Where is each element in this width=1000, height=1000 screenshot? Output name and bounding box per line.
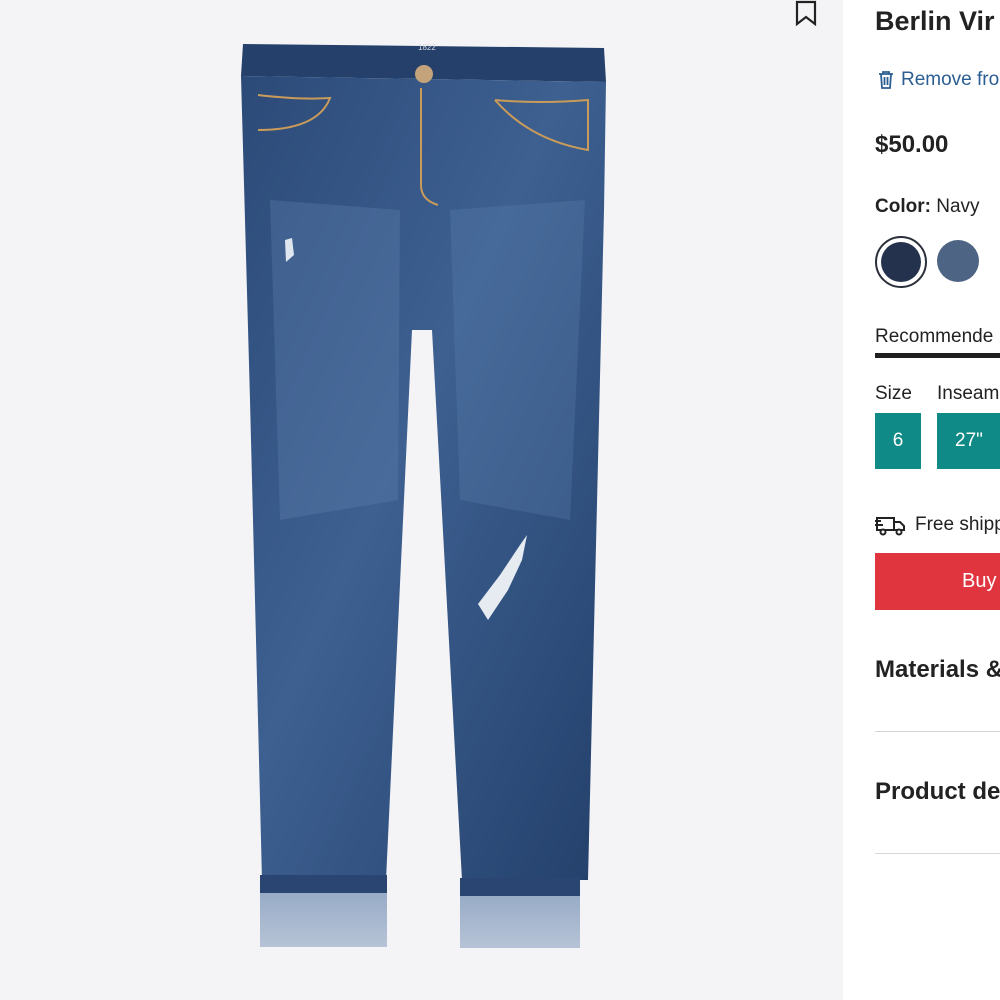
navy-swatch[interactable] — [875, 236, 927, 288]
product-title: Berlin Vir — [875, 6, 995, 36]
accordion-materials[interactable]: Materials & — [875, 656, 1000, 684]
product-price: $50.00 — [875, 131, 949, 158]
inseam-label: Inseam — [937, 383, 1000, 404]
brand-label: 1822 — [418, 43, 436, 52]
buy-button[interactable]: Buy — [875, 553, 1000, 610]
remove-link[interactable]: Remove fro — [877, 69, 999, 91]
jeans-image: 1822 — [241, 43, 606, 948]
tab-underline — [875, 353, 1000, 358]
shipping-info: Free shipp — [875, 513, 1000, 537]
remove-link-label: Remove fro — [901, 69, 1000, 90]
trash-icon — [879, 71, 893, 89]
divider — [875, 853, 1000, 854]
blue-swatch[interactable] — [937, 240, 979, 282]
color-row: Color: Navy — [875, 196, 980, 218]
tab-recommended[interactable]: Recommende — [875, 326, 993, 348]
accordion-product-details[interactable]: Product det — [875, 778, 1000, 806]
product-image-panel: 1822 — [0, 0, 843, 1000]
color-value: Navy — [936, 196, 980, 217]
bookmark-icon[interactable] — [793, 0, 819, 26]
size-label: Size — [875, 383, 912, 404]
size-chip[interactable]: 6 — [875, 413, 921, 469]
shipping-text: Free shipp — [915, 514, 1000, 535]
color-label: Color: — [875, 196, 931, 217]
inseam-chip[interactable]: 27" — [937, 413, 1000, 469]
truck-icon — [875, 517, 905, 536]
product-details-panel: Berlin Vir Remove fro $50.00 Color: Navy… — [875, 0, 1000, 1000]
divider — [875, 731, 1000, 732]
